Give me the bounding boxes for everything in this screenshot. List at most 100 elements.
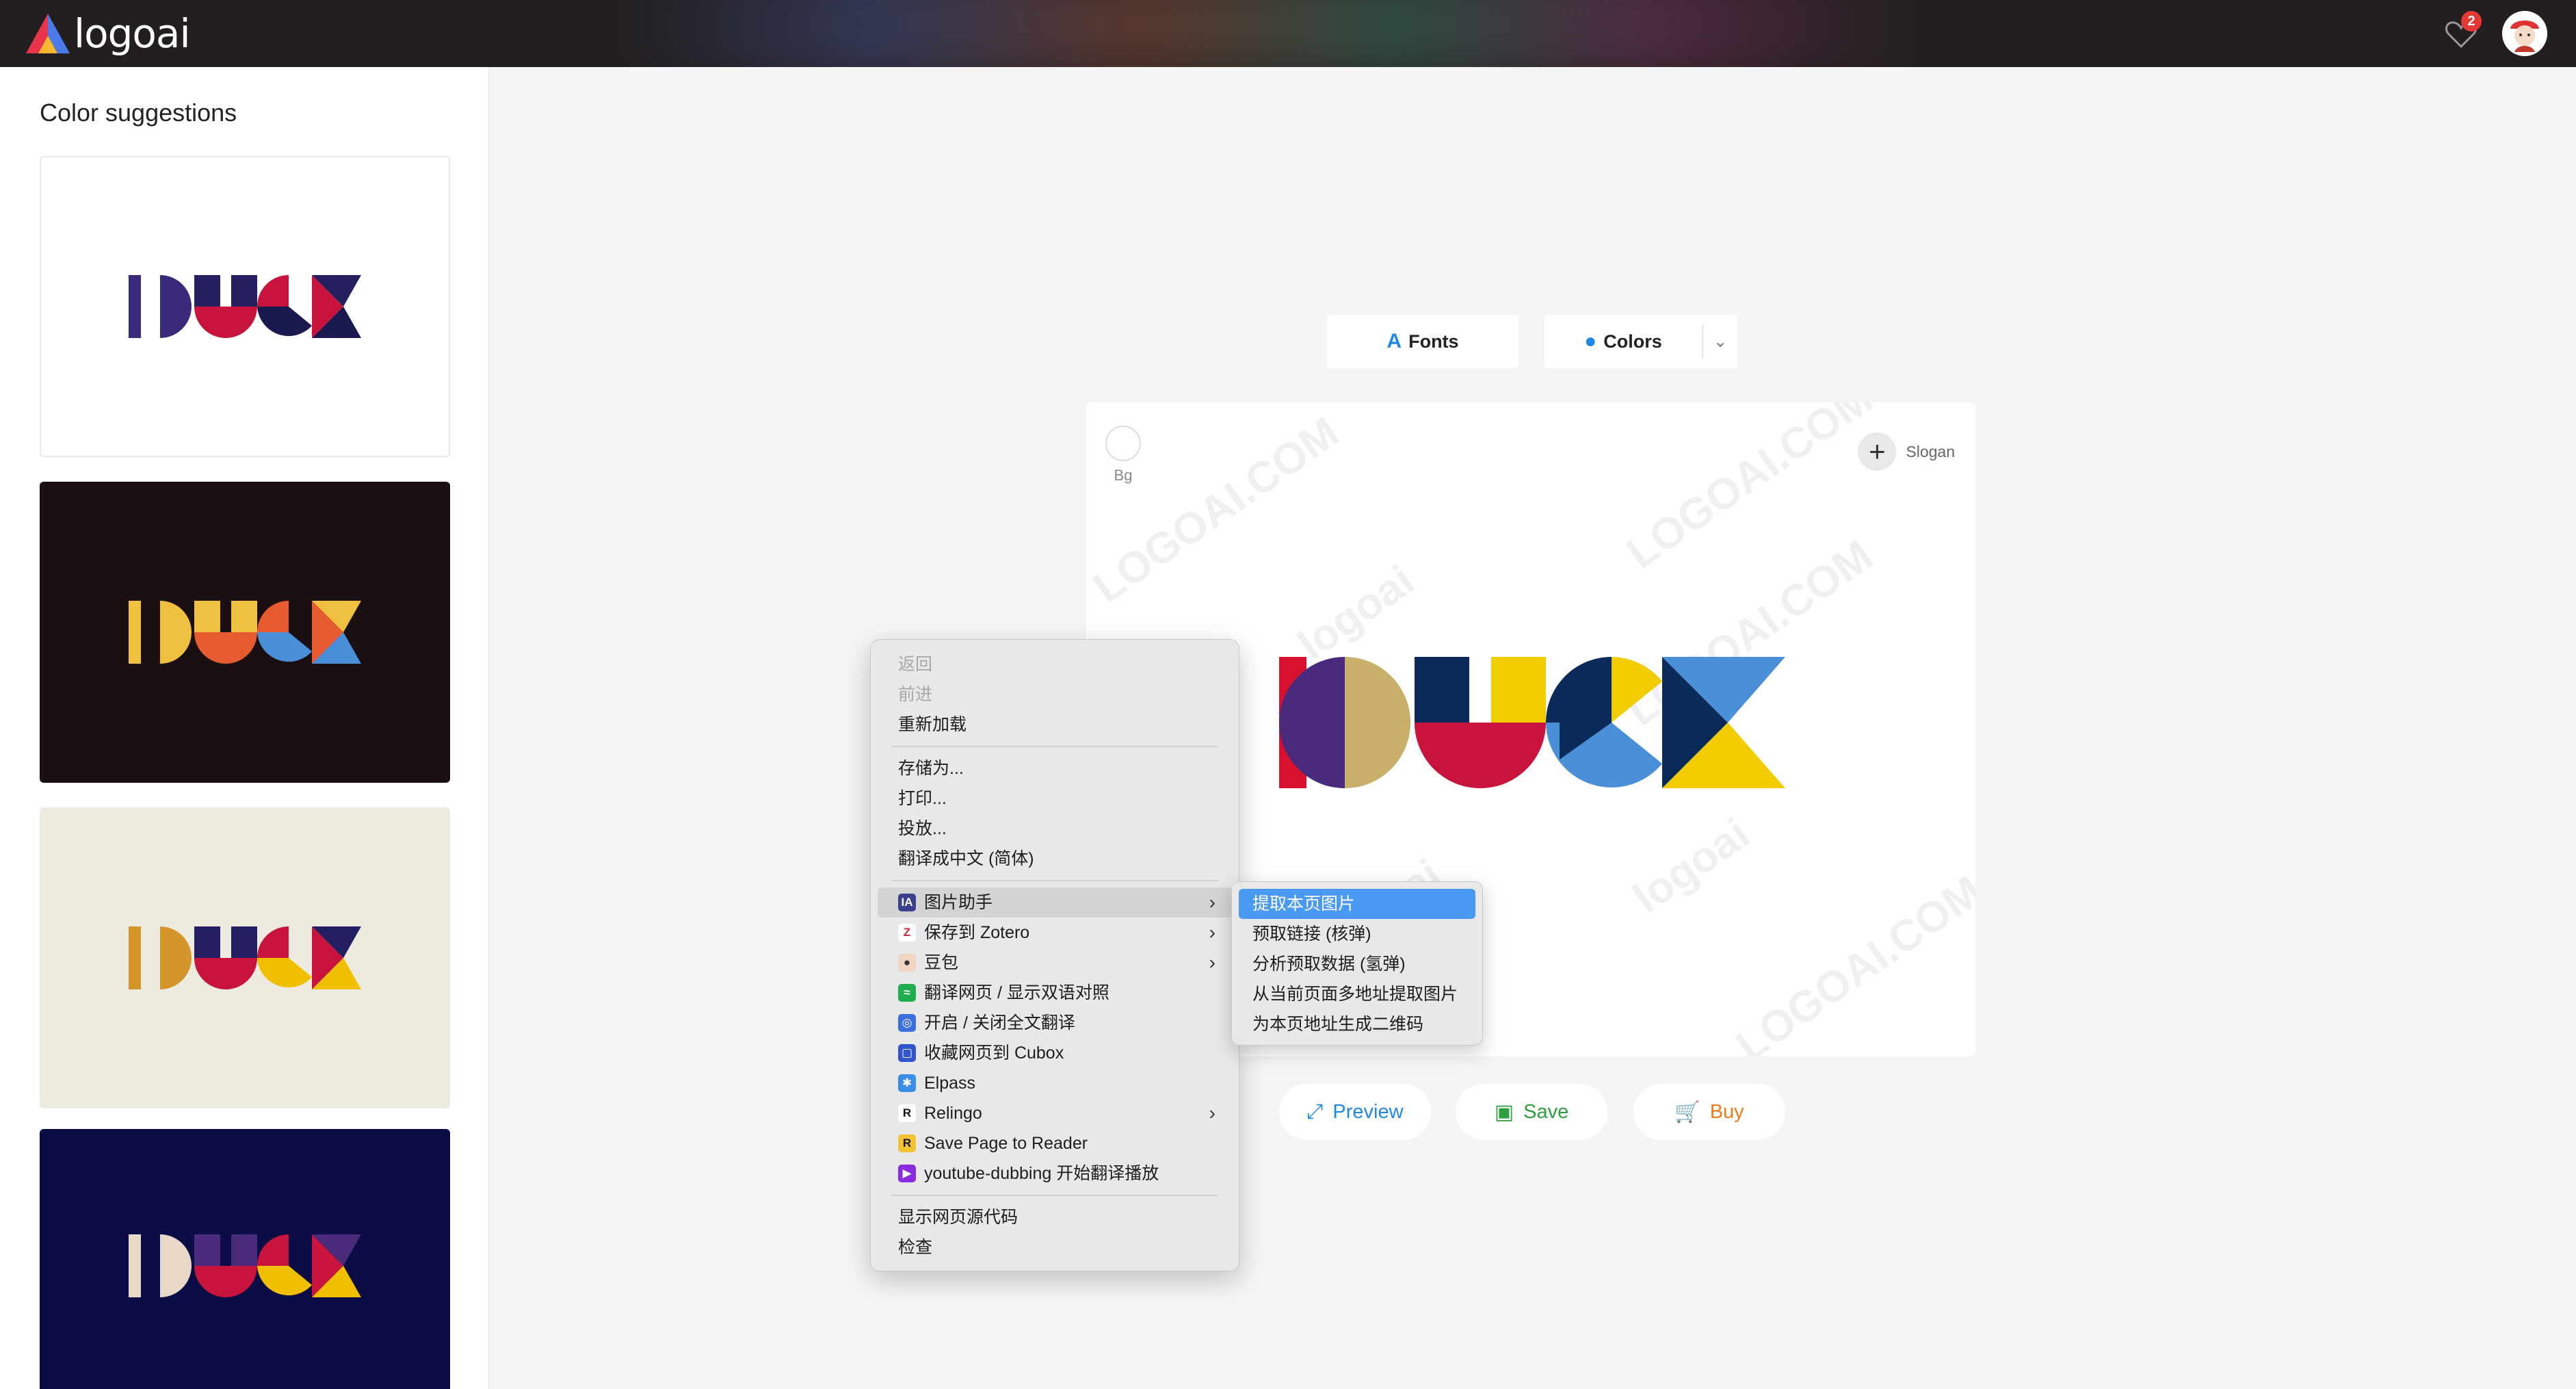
buy-button[interactable]: 🛒 Buy xyxy=(1633,1084,1785,1140)
fonts-button[interactable]: A Fonts xyxy=(1327,315,1519,368)
menu-translate[interactable]: 翻译成中文 (简体) xyxy=(878,844,1232,874)
menu-fulltext-translate[interactable]: ◎ 开启 / 关闭全文翻译 xyxy=(878,1008,1232,1038)
menu-cast[interactable]: 投放... xyxy=(878,814,1232,844)
cubox-icon: ▢ xyxy=(898,1044,916,1062)
menu-reload[interactable]: 重新加载 xyxy=(878,710,1232,740)
duck-logo-thumbnail xyxy=(129,275,361,338)
menu-doubao[interactable]: ● 豆包 › xyxy=(878,948,1232,978)
chevron-right-icon: › xyxy=(1209,952,1215,973)
thumb-c-bottom xyxy=(257,632,312,662)
thumb-u-top xyxy=(194,1234,220,1266)
menu-doubao-label: 豆包 xyxy=(924,953,959,972)
font-a-icon: A xyxy=(1386,330,1402,352)
chevron-right-icon: › xyxy=(1209,922,1215,943)
save-icon: ▣ xyxy=(1494,1100,1514,1124)
thumb-c-top xyxy=(257,275,289,307)
background-color-picker[interactable]: Bg xyxy=(1105,426,1141,484)
submenu-multi-extract[interactable]: 从当前页面多地址提取图片 xyxy=(1239,979,1475,1009)
thumb-u-bowl xyxy=(194,307,257,338)
user-avatar[interactable] xyxy=(2502,11,2547,56)
logo-u-top xyxy=(1415,657,1469,723)
translate-icon: ≈ xyxy=(898,984,916,1002)
logo-c-right-top xyxy=(1612,657,1662,723)
thumb-u-top xyxy=(194,926,220,958)
chevron-right-icon: › xyxy=(1209,1102,1215,1124)
menu-bilingual-translate[interactable]: ≈ 翻译网页 / 显示双语对照 xyxy=(878,978,1232,1008)
menu-zotero[interactable]: Z 保存到 Zotero › xyxy=(878,918,1232,948)
thumb-c-top xyxy=(257,601,289,632)
menu-view-source[interactable]: 显示网页源代码 xyxy=(878,1202,1232,1232)
color-suggestion-card[interactable] xyxy=(40,807,450,1108)
zotero-icon: Z xyxy=(898,924,916,942)
menu-save-to-reader[interactable]: R Save Page to Reader xyxy=(878,1128,1232,1158)
chevron-down-icon[interactable]: ⌄ xyxy=(1702,324,1737,359)
watermark: LOGOAI.COM xyxy=(1618,402,1882,578)
thumb-d-bowl xyxy=(160,926,192,989)
bg-swatch[interactable] xyxy=(1105,426,1141,461)
color-suggestion-card[interactable] xyxy=(40,1129,450,1389)
duck-logo-thumbnail xyxy=(129,926,361,989)
avatar-image xyxy=(2502,11,2547,56)
colors-label: Colors xyxy=(1603,330,1662,352)
preview-button[interactable]: ⤢ Preview xyxy=(1279,1084,1431,1140)
top-bar: logoai 2 xyxy=(0,0,2576,67)
submenu-analyze-prefetch[interactable]: 分析预取数据 (氢弹) xyxy=(1239,949,1475,979)
thumb-u-right xyxy=(231,926,257,958)
brand-name: logoai xyxy=(74,10,191,57)
thumb-u-right xyxy=(231,275,257,307)
menu-inspect[interactable]: 检查 xyxy=(878,1232,1232,1262)
panel-title: Color suggestions xyxy=(40,99,237,127)
menu-save-as[interactable]: 存储为... xyxy=(878,753,1232,783)
thumb-u-bowl xyxy=(194,958,257,989)
favorites-button[interactable]: 2 xyxy=(2442,11,2482,53)
menu-separator xyxy=(891,880,1218,881)
menu-cubox[interactable]: ▢ 收藏网页到 Cubox xyxy=(878,1038,1232,1068)
color-suggestions-panel: Color suggestions xyxy=(0,67,490,1389)
color-suggestion-card[interactable] xyxy=(40,482,450,783)
bg-label: Bg xyxy=(1114,467,1133,484)
save-button[interactable]: ▣ Save xyxy=(1456,1084,1607,1140)
thumb-u-bowl xyxy=(194,1266,257,1297)
add-slogan-button[interactable]: + Slogan xyxy=(1858,432,1955,471)
header-gradient-glow xyxy=(616,0,1915,67)
menu-relingo[interactable]: R Relingo › xyxy=(878,1098,1232,1128)
menu-relingo-label: Relingo xyxy=(924,1104,982,1123)
thumb-u-bowl xyxy=(194,632,257,664)
thumb-u-top xyxy=(194,601,220,632)
thumb-d-bar xyxy=(129,926,141,989)
menu-youtube-dubbing[interactable]: ▶ youtube-dubbing 开始翻译播放 xyxy=(878,1158,1232,1189)
menu-image-assistant[interactable]: IA 图片助手 › xyxy=(878,887,1232,918)
favorites-count-badge: 2 xyxy=(2461,11,2482,31)
save-label: Save xyxy=(1523,1100,1569,1123)
watermark: logoai xyxy=(1624,808,1759,923)
fonts-label: Fonts xyxy=(1408,330,1459,352)
submenu-prefetch-links[interactable]: 预取链接 (核弹) xyxy=(1239,919,1475,949)
colors-button[interactable]: ● Colors ⌄ xyxy=(1545,315,1737,368)
slogan-label: Slogan xyxy=(1906,442,1955,460)
menu-back[interactable]: 返回 xyxy=(878,649,1232,679)
thumb-d-bowl xyxy=(160,275,192,338)
menu-elpass[interactable]: ✱ Elpass xyxy=(878,1068,1232,1098)
thumb-d-bar xyxy=(129,1234,141,1297)
duck-logo-thumbnail xyxy=(129,1234,361,1297)
submenu-extract-images[interactable]: 提取本页图片 xyxy=(1239,889,1475,919)
thumb-d-bowl xyxy=(160,1234,192,1297)
thumb-c-bottom xyxy=(257,307,312,337)
watermark: logoai xyxy=(1289,555,1423,670)
menu-fulltext-label: 开启 / 关闭全文翻译 xyxy=(924,1013,1075,1033)
image-assistant-submenu: 提取本页图片 预取链接 (核弹) 分析预取数据 (氢弹) 从当前页面多地址提取图… xyxy=(1231,881,1483,1046)
menu-forward[interactable]: 前进 xyxy=(878,679,1232,710)
brand-logo[interactable]: logoai xyxy=(23,10,191,57)
reader-icon: R xyxy=(898,1134,916,1152)
menu-separator xyxy=(891,1195,1218,1196)
menu-elpass-label: Elpass xyxy=(924,1074,976,1093)
logo-d-right-half xyxy=(1345,657,1410,788)
context-menu: 返回 前进 重新加载 存储为... 打印... 投放... 翻译成中文 (简体)… xyxy=(870,639,1239,1271)
logo-u-right xyxy=(1491,657,1546,723)
menu-print[interactable]: 打印... xyxy=(878,783,1232,814)
thumb-c-top xyxy=(257,1234,289,1266)
fulltext-translate-icon: ◎ xyxy=(898,1014,916,1032)
color-suggestion-card[interactable] xyxy=(40,156,450,457)
palette-icon: ● xyxy=(1584,330,1597,352)
submenu-qrcode[interactable]: 为本页地址生成二维码 xyxy=(1239,1009,1475,1039)
